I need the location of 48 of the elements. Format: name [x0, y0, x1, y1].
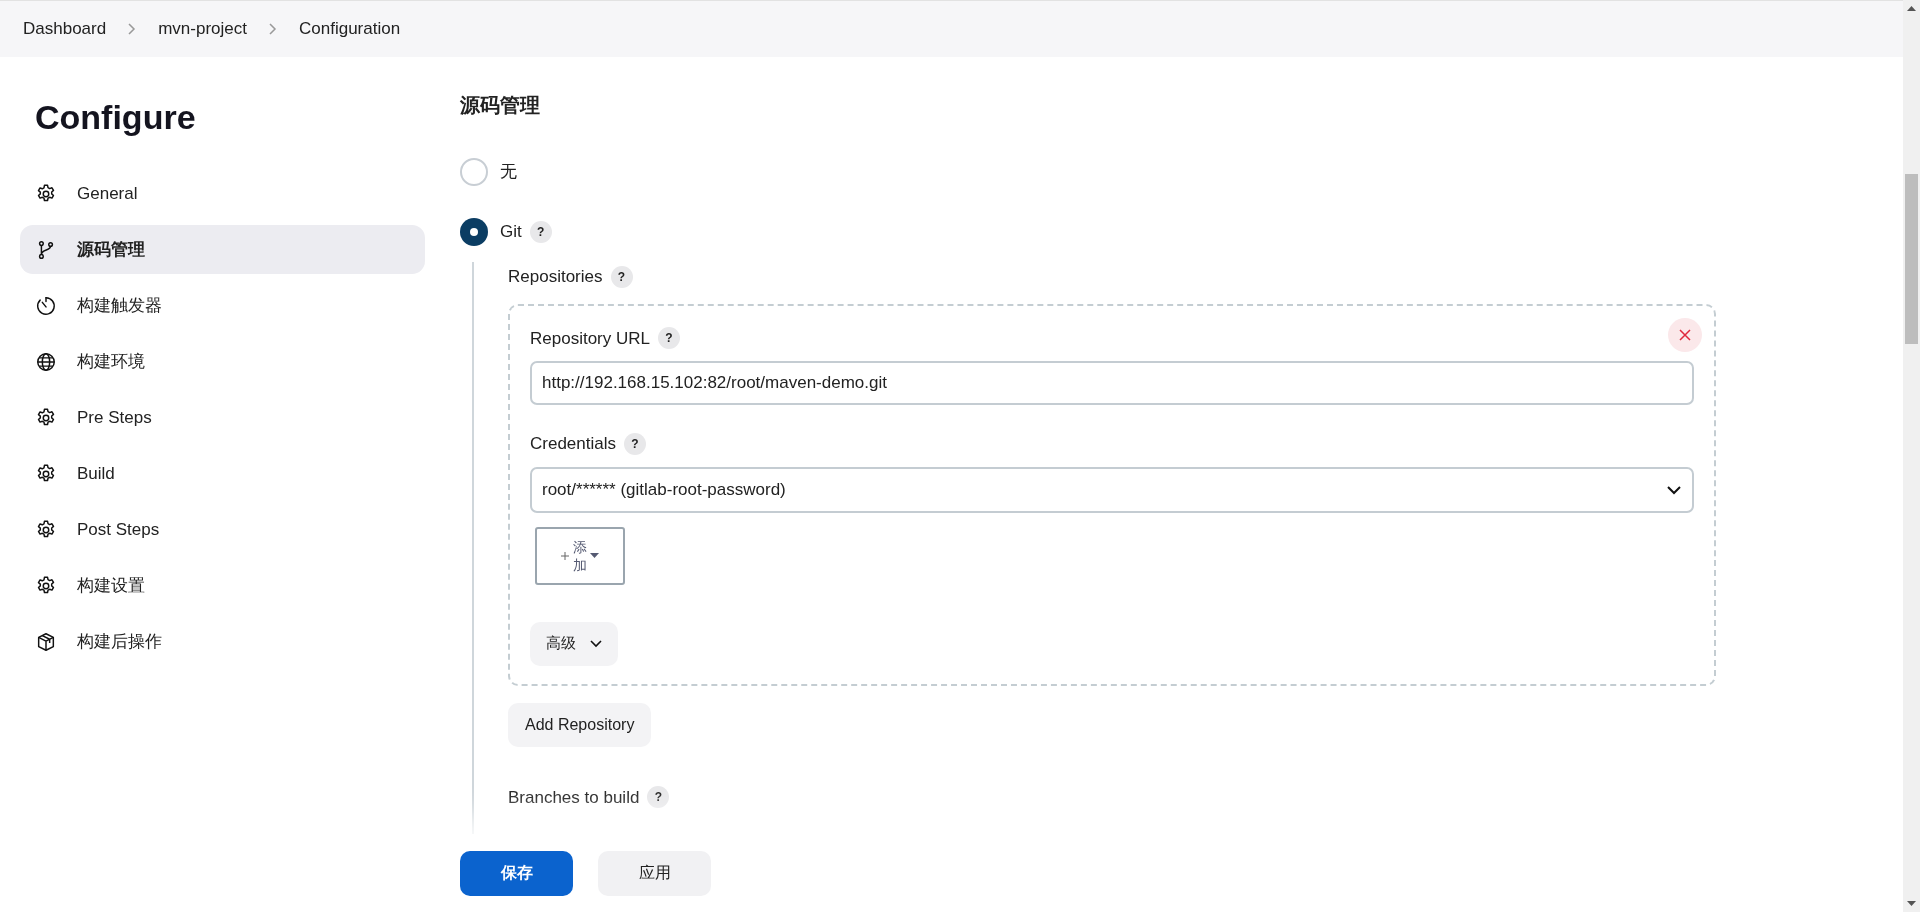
package-icon: [35, 630, 57, 653]
apply-button[interactable]: 应用: [598, 850, 711, 896]
help-button[interactable]: ?: [610, 265, 633, 288]
add-button[interactable]: 添加: [535, 526, 625, 585]
url-field[interactable]: http://192.168.15.102:82/root/maven-demo.git: [530, 361, 1694, 405]
breadcrumb-link[interactable]: mvn-project: [158, 16, 247, 42]
page-title: Configure: [35, 97, 197, 138]
timer-icon: [35, 294, 57, 317]
field-label: Branches to build: [508, 786, 640, 809]
add-repository-button[interactable]: Add Repository: [508, 702, 652, 747]
credentials-select[interactable]: root/****** (gitlab-root-password): [530, 466, 1694, 513]
radio-label: 无: [500, 161, 517, 184]
help-button[interactable]: ?: [647, 786, 670, 809]
advanced-button[interactable]: 高级: [530, 621, 618, 666]
scroll-down-icon[interactable]: [1907, 901, 1916, 906]
breadcrumb-link[interactable]: Dashboard: [23, 16, 107, 42]
close-icon: [1679, 328, 1691, 341]
sidebar-item[interactable]: 构建环境: [20, 337, 425, 386]
field-label: Repository URL: [530, 327, 650, 350]
chevron-down-icon: [1666, 484, 1682, 495]
radio-label: Git: [500, 221, 522, 244]
scroll-up-icon[interactable]: [1907, 6, 1916, 11]
field-label: Repositories: [508, 266, 603, 288]
save-button[interactable]: 保存: [460, 850, 573, 896]
help-button[interactable]: ?: [529, 221, 552, 243]
radio-button[interactable]: [460, 158, 488, 186]
scrollbar-thumb[interactable]: [1905, 174, 1918, 344]
sidebar-item[interactable]: 构建设置: [20, 561, 425, 610]
radio-button[interactable]: [460, 218, 488, 246]
caret-down-icon: [590, 553, 599, 558]
scrollbar[interactable]: [1903, 0, 1920, 912]
sidebar-item[interactable]: Post Steps: [20, 505, 425, 554]
close-button[interactable]: [1668, 317, 1702, 352]
sidebar-item[interactable]: General: [20, 169, 425, 218]
plus-icon: [561, 551, 569, 560]
globe-icon: [35, 350, 57, 373]
sidebar-item[interactable]: 构建触发器: [20, 281, 425, 330]
breadcrumb-link[interactable]: Configuration: [299, 16, 401, 42]
chevron-right-icon: [267, 22, 279, 36]
chevron-down-icon: [590, 639, 602, 648]
help-button[interactable]: ?: [624, 432, 646, 455]
sidebar-item[interactable]: Pre Steps: [20, 393, 425, 442]
section-title: 源码管理: [460, 93, 541, 118]
sidebar-item[interactable]: Build: [20, 449, 425, 498]
sidebar-item[interactable]: 源码管理: [20, 225, 425, 274]
help-button[interactable]: ?: [658, 327, 680, 350]
field-label: Credentials: [530, 433, 616, 455]
sidebar-item[interactable]: 构建后操作: [20, 617, 425, 666]
